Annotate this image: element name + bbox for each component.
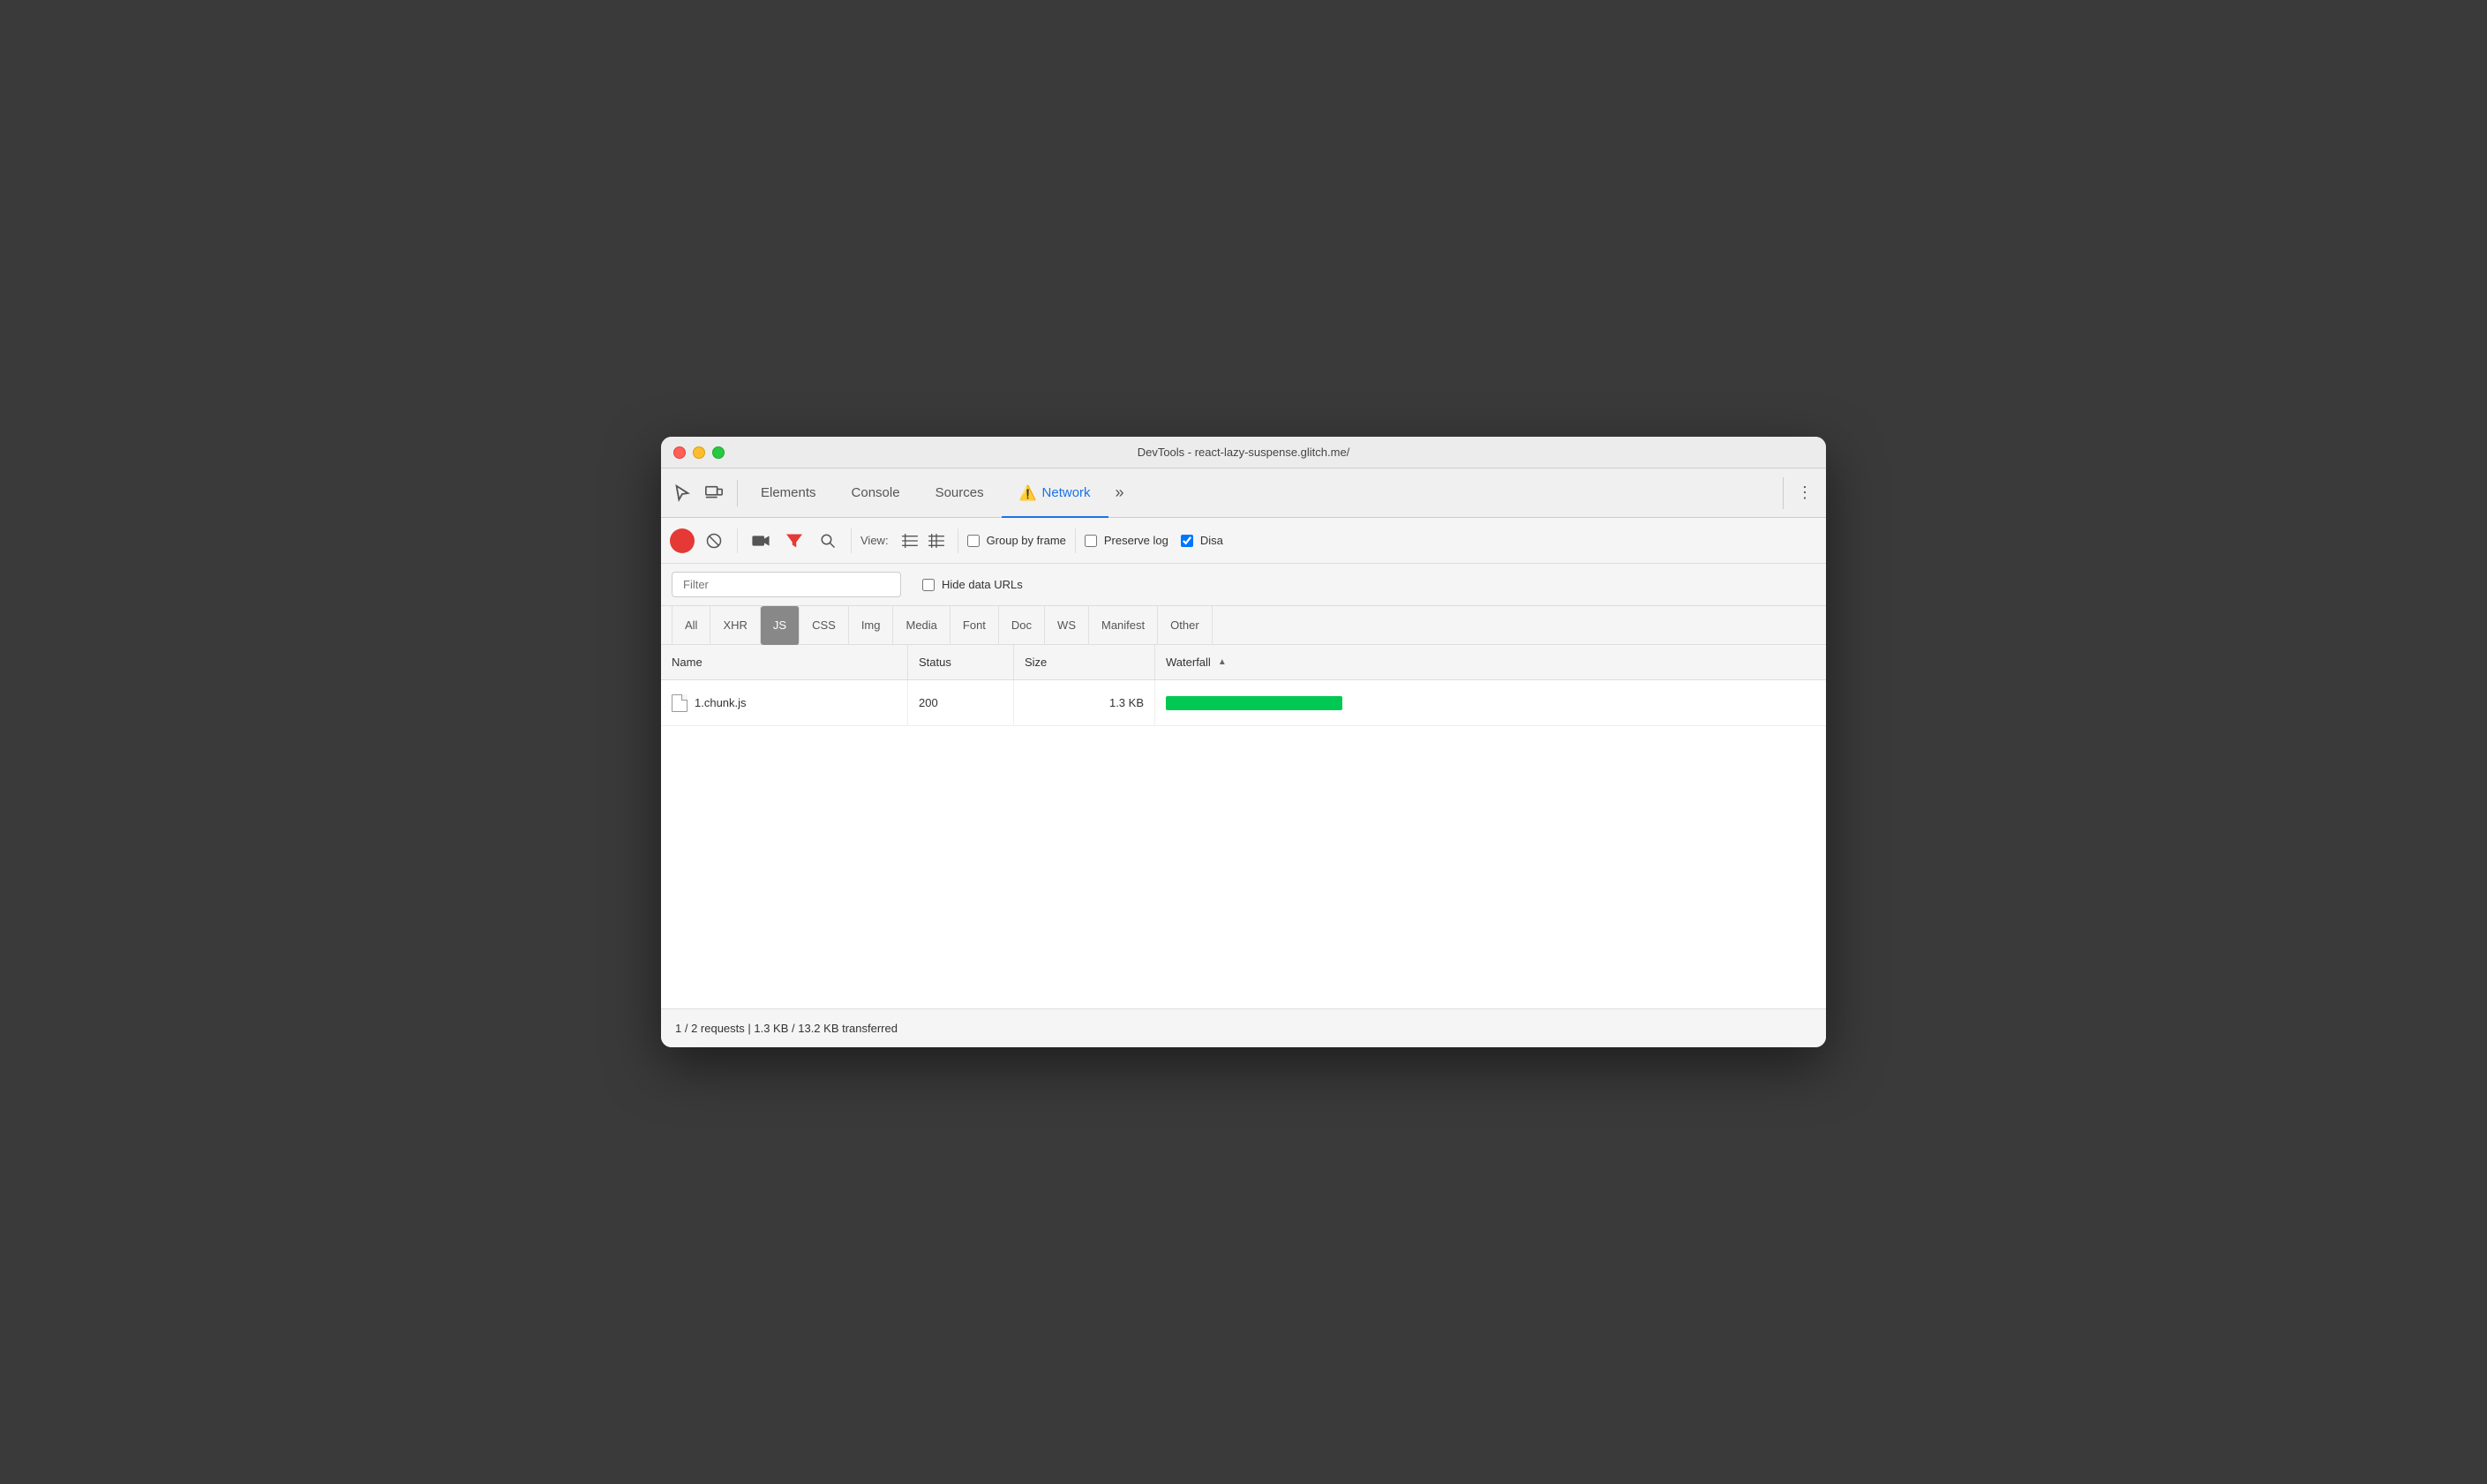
filter-tabs-row: All XHR JS CSS Img Media Font Doc WS Man… — [661, 606, 1826, 645]
close-button[interactable] — [673, 446, 686, 459]
view-label: View: — [860, 534, 889, 547]
filter-row: Hide data URLs — [661, 564, 1826, 606]
table-empty-area — [661, 726, 1826, 1008]
toolbar-sep-1 — [737, 528, 738, 553]
filter-tab-img[interactable]: Img — [849, 606, 894, 645]
filter-input[interactable] — [672, 572, 901, 597]
filter-button[interactable] — [780, 527, 808, 555]
window-title: DevTools - react-lazy-suspense.glitch.me… — [1138, 446, 1350, 459]
preserve-log-checkbox[interactable] — [1085, 535, 1097, 547]
disable-cache-group: Disa — [1181, 534, 1223, 547]
toolbar-sep-2 — [851, 528, 852, 553]
col-header-name[interactable]: Name — [661, 645, 908, 679]
warning-icon: ⚠️ — [1019, 484, 1037, 502]
toolbar-sep-4 — [1075, 528, 1076, 553]
preserve-log-group: Preserve log — [1085, 534, 1168, 547]
td-size: 1.3 KB — [1014, 680, 1155, 725]
device-toggle-icon[interactable] — [700, 479, 728, 507]
more-options-icon[interactable]: ⋮ — [1791, 479, 1819, 507]
hide-data-urls-label[interactable]: Hide data URLs — [942, 578, 1023, 591]
filter-tab-ws[interactable]: WS — [1045, 606, 1089, 645]
group-by-frame-checkbox[interactable] — [967, 535, 980, 547]
vertical-separator — [1783, 477, 1784, 509]
devtools-window: DevTools - react-lazy-suspense.glitch.me… — [661, 437, 1826, 1047]
record-button[interactable] — [670, 528, 695, 553]
tab-sources[interactable]: Sources — [918, 468, 1002, 518]
tab-network[interactable]: ⚠️ Network — [1002, 468, 1108, 518]
waterfall-view-icon[interactable] — [924, 528, 949, 553]
filter-tab-other[interactable]: Other — [1158, 606, 1213, 645]
table-row[interactable]: 1.chunk.js 200 1.3 KB — [661, 680, 1826, 726]
filter-tab-font[interactable]: Font — [950, 606, 999, 645]
hide-data-urls-checkbox[interactable] — [922, 579, 935, 591]
col-header-size[interactable]: Size — [1014, 645, 1155, 679]
td-status: 200 — [908, 680, 1014, 725]
col-header-extra — [1794, 645, 1826, 679]
clear-button[interactable] — [700, 527, 728, 555]
maximize-button[interactable] — [712, 446, 725, 459]
filter-tab-media[interactable]: Media — [893, 606, 950, 645]
screenshot-button[interactable] — [747, 527, 775, 555]
sort-arrow-icon: ▲ — [1218, 657, 1227, 667]
title-bar: DevTools - react-lazy-suspense.glitch.me… — [661, 437, 1826, 468]
toolbar-row: View: — [661, 518, 1826, 564]
table-header: Name Status Size Waterfall ▲ — [661, 645, 1826, 680]
td-extra — [1794, 680, 1826, 725]
minimize-button[interactable] — [693, 446, 705, 459]
disable-cache-label[interactable]: Disa — [1200, 534, 1223, 547]
col-header-status[interactable]: Status — [908, 645, 1014, 679]
filter-tab-js[interactable]: JS — [761, 606, 800, 645]
col-header-waterfall[interactable]: Waterfall ▲ — [1155, 645, 1794, 679]
hide-data-urls-group: Hide data URLs — [922, 578, 1023, 591]
tabs-row: Elements Console Sources ⚠️ Network » ⋮ — [661, 468, 1826, 518]
preserve-log-label[interactable]: Preserve log — [1104, 534, 1168, 547]
filter-tab-manifest[interactable]: Manifest — [1089, 606, 1158, 645]
tab-console[interactable]: Console — [834, 468, 918, 518]
status-text: 1 / 2 requests | 1.3 KB / 13.2 KB transf… — [675, 1022, 898, 1035]
traffic-lights — [673, 446, 725, 459]
disable-cache-checkbox[interactable] — [1181, 535, 1193, 547]
filter-tab-xhr[interactable]: XHR — [710, 606, 760, 645]
status-bar: 1 / 2 requests | 1.3 KB / 13.2 KB transf… — [661, 1008, 1826, 1047]
group-by-frame-label[interactable]: Group by frame — [987, 534, 1066, 547]
waterfall-bar — [1166, 696, 1342, 710]
td-name: 1.chunk.js — [661, 680, 908, 725]
list-view-icon[interactable] — [898, 528, 922, 553]
view-icons — [898, 528, 949, 553]
group-by-frame-group: Group by frame — [967, 534, 1066, 547]
tab-elements[interactable]: Elements — [743, 468, 834, 518]
tabs-overflow-button[interactable]: » — [1108, 468, 1131, 518]
file-icon — [672, 694, 687, 712]
tab-icon-separator — [737, 480, 738, 506]
filter-tab-css[interactable]: CSS — [800, 606, 849, 645]
filter-tab-doc[interactable]: Doc — [999, 606, 1045, 645]
td-waterfall — [1155, 680, 1794, 725]
network-table: Name Status Size Waterfall ▲ 1.chunk.js … — [661, 645, 1826, 1008]
tabs-right: ⋮ — [1776, 477, 1819, 509]
cursor-icon[interactable] — [668, 479, 696, 507]
search-button[interactable] — [814, 527, 842, 555]
filter-tab-all[interactable]: All — [672, 606, 710, 645]
